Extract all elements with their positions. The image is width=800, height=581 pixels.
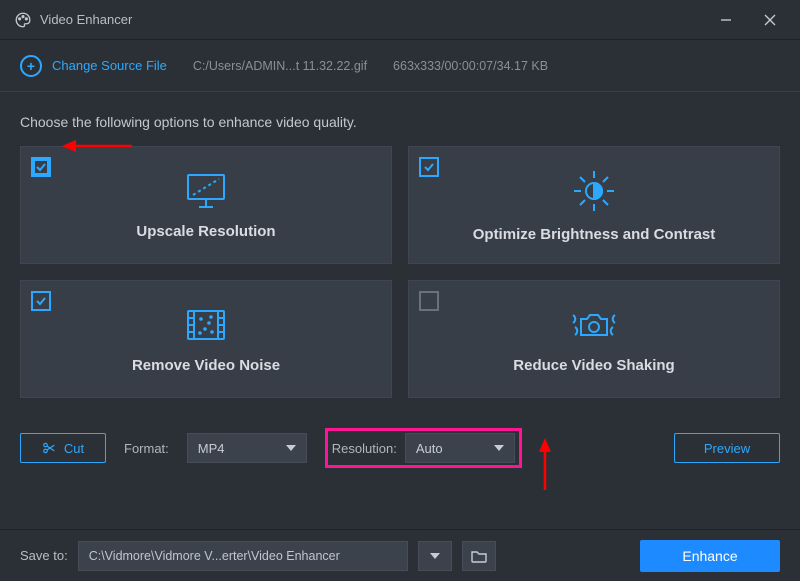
toolbar-row: Cut Format: MP4 Resolution: Auto [20, 428, 780, 468]
option-reduce-shaking[interactable]: Reduce Video Shaking [408, 280, 780, 398]
format-label: Format: [124, 441, 169, 456]
option-checkbox[interactable] [419, 291, 439, 311]
option-label: Remove Video Noise [132, 357, 280, 374]
chevron-down-icon [430, 553, 440, 559]
preview-button[interactable]: Preview [674, 433, 780, 463]
option-upscale-resolution[interactable]: Upscale Resolution [20, 146, 392, 264]
option-optimize-brightness[interactable]: Optimize Brightness and Contrast [408, 146, 780, 264]
option-label: Optimize Brightness and Contrast [473, 226, 716, 243]
resolution-select[interactable]: Auto [405, 433, 515, 463]
film-noise-icon [181, 305, 231, 345]
palette-icon [14, 11, 32, 29]
app-title-group: Video Enhancer [14, 11, 132, 29]
instruction-text: Choose the following options to enhance … [20, 114, 780, 130]
folder-icon [471, 549, 487, 563]
enhance-button[interactable]: Enhance [640, 540, 780, 572]
titlebar: Video Enhancer [0, 0, 800, 40]
cut-label: Cut [64, 441, 84, 456]
format-value: MP4 [198, 441, 225, 456]
checkmark-icon [423, 161, 435, 173]
app-title: Video Enhancer [40, 12, 132, 27]
save-bar: Save to: C:\Vidmore\Vidmore V...erter\Vi… [0, 529, 800, 581]
source-file-info: 663x333/00:00:07/34.17 KB [393, 59, 548, 73]
change-source-label: Change Source File [52, 58, 167, 73]
checkmark-icon [35, 295, 47, 307]
open-folder-button[interactable] [462, 541, 496, 571]
option-label: Reduce Video Shaking [513, 357, 674, 374]
chevron-down-icon [494, 445, 504, 451]
option-label: Upscale Resolution [136, 223, 275, 240]
enhance-label: Enhance [682, 548, 737, 564]
option-remove-noise[interactable]: Remove Video Noise [20, 280, 392, 398]
monitor-icon [183, 171, 229, 211]
resolution-label: Resolution: [332, 441, 397, 456]
save-to-label: Save to: [20, 548, 68, 563]
scissors-icon [42, 441, 56, 455]
close-button[interactable] [748, 5, 792, 35]
highlight-annotation-checkbox [31, 157, 51, 177]
option-checkbox[interactable] [31, 291, 51, 311]
save-path-value: C:\Vidmore\Vidmore V...erter\Video Enhan… [89, 549, 340, 563]
plus-circle-icon: + [20, 55, 42, 77]
source-bar: + Change Source File C:/Users/ADMIN...t … [0, 40, 800, 92]
cut-button[interactable]: Cut [20, 433, 106, 463]
format-select[interactable]: MP4 [187, 433, 307, 463]
source-file-path: C:/Users/ADMIN...t 11.32.22.gif [193, 59, 367, 73]
main-panel: Choose the following options to enhance … [0, 92, 800, 529]
chevron-down-icon [286, 445, 296, 451]
options-grid: Upscale Resolution Optimize Brightne [20, 146, 780, 398]
preview-label: Preview [704, 441, 750, 456]
change-source-button[interactable]: + Change Source File [20, 55, 167, 77]
highlight-annotation-resolution: Resolution: Auto [325, 428, 522, 468]
save-path-dropdown[interactable] [418, 541, 452, 571]
checkmark-icon [35, 161, 47, 173]
minimize-button[interactable] [704, 5, 748, 35]
brightness-icon [571, 168, 617, 214]
camera-shake-icon [567, 305, 621, 345]
save-path-field[interactable]: C:\Vidmore\Vidmore V...erter\Video Enhan… [78, 541, 408, 571]
resolution-value: Auto [416, 441, 443, 456]
option-checkbox[interactable] [419, 157, 439, 177]
app-window: Video Enhancer + Change Source File C:/U… [0, 0, 800, 581]
